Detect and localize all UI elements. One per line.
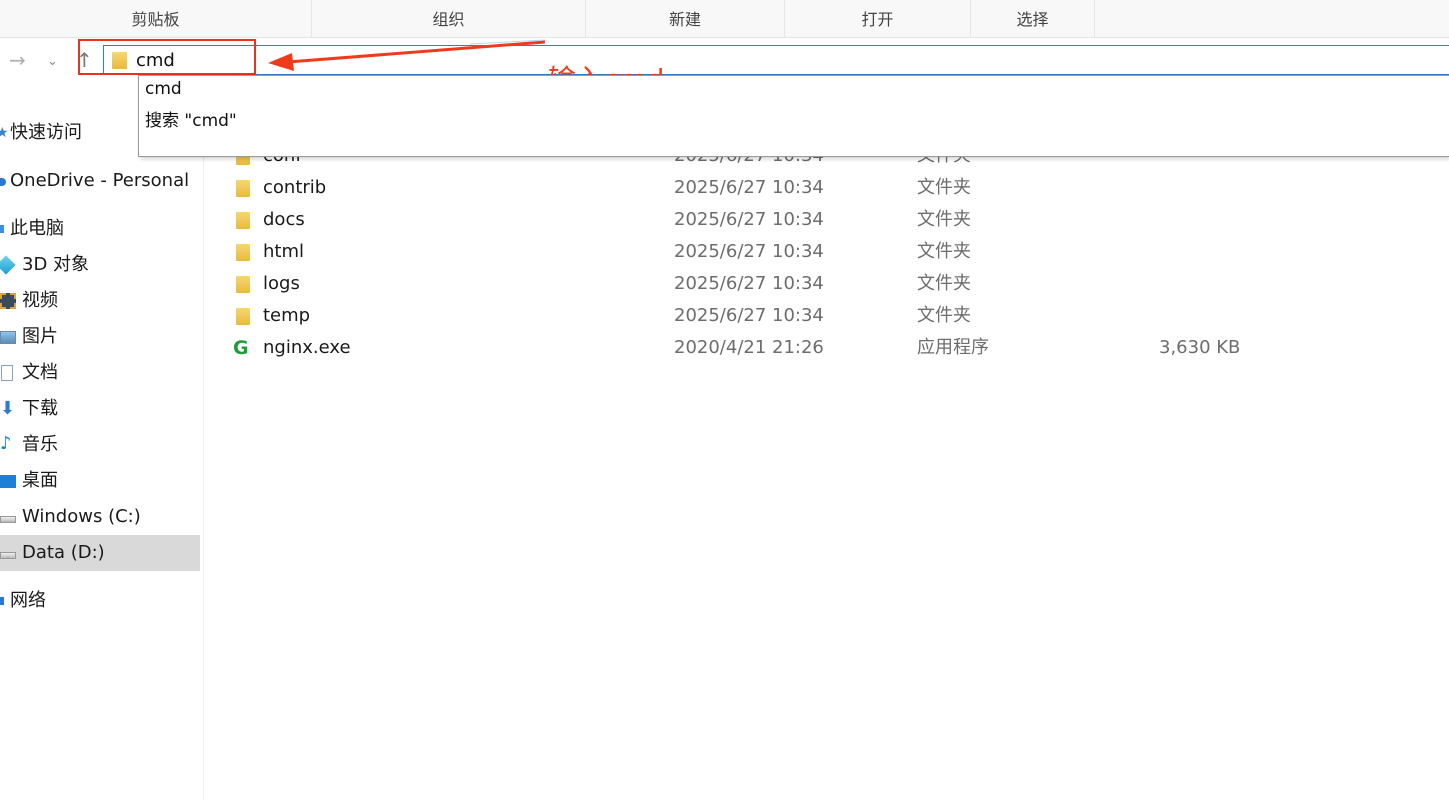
cube-icon bbox=[0, 255, 16, 275]
cloud-icon bbox=[0, 178, 6, 186]
file-type: 文件夹 bbox=[917, 241, 971, 262]
sidebar-item-desktop[interactable]: 桌面 bbox=[0, 463, 200, 499]
sidebar-item-3d-objects[interactable]: 3D 对象 bbox=[0, 247, 200, 283]
drive-icon bbox=[0, 552, 16, 559]
sidebar-item-network[interactable]: 网络 bbox=[0, 583, 200, 619]
file-date: 2025/6/27 10:34 bbox=[674, 177, 824, 198]
file-row-temp[interactable]: temp 2025/6/27 10:34 文件夹 bbox=[230, 300, 1330, 332]
picture-icon bbox=[0, 331, 16, 344]
file-row-contrib[interactable]: contrib 2025/6/27 10:34 文件夹 bbox=[230, 172, 1330, 204]
file-type: 文件夹 bbox=[917, 305, 971, 326]
network-icon bbox=[0, 597, 4, 605]
sidebar-item-videos[interactable]: 视频 bbox=[0, 283, 200, 319]
computer-icon bbox=[0, 225, 4, 233]
sidebar-item-label: 3D 对象 bbox=[22, 254, 90, 275]
sidebar-item-label: Data (D:) bbox=[22, 542, 105, 563]
film-icon bbox=[0, 293, 16, 309]
sidebar-item-label: 网络 bbox=[10, 590, 46, 611]
file-name: docs bbox=[263, 209, 305, 230]
file-date: 2025/6/27 10:34 bbox=[674, 305, 824, 326]
file-name: html bbox=[263, 241, 305, 262]
folder-icon bbox=[236, 276, 250, 293]
autocomplete-item-cmd[interactable]: cmd bbox=[145, 79, 182, 99]
sidebar-item-label: 此电脑 bbox=[10, 218, 64, 239]
desktop-icon bbox=[0, 475, 16, 488]
sidebar-item-label: 图片 bbox=[22, 326, 58, 347]
file-date: 2025/6/27 10:34 bbox=[674, 241, 824, 262]
sidebar-item-label: 文档 bbox=[22, 362, 58, 383]
sidebar-item-music[interactable]: ♪ 音乐 bbox=[0, 427, 200, 463]
file-type: 文件夹 bbox=[917, 273, 971, 294]
sidebar-item-pictures[interactable]: 图片 bbox=[0, 319, 200, 355]
sidebar-item-label: 桌面 bbox=[22, 470, 58, 491]
sidebar-item-onedrive[interactable]: OneDrive - Personal bbox=[0, 163, 200, 199]
file-row-logs[interactable]: logs 2025/6/27 10:34 文件夹 bbox=[230, 268, 1330, 300]
music-note-icon: ♪ bbox=[0, 433, 12, 454]
sidebar-item-drive-d[interactable]: Data (D:) bbox=[0, 535, 200, 571]
file-date: 2025/6/27 10:34 bbox=[674, 273, 824, 294]
nginx-app-icon: G bbox=[233, 337, 249, 359]
folder-icon bbox=[236, 212, 250, 229]
autocomplete-item-search[interactable]: 搜索 "cmd" bbox=[145, 106, 237, 131]
file-date: 2025/6/27 10:34 bbox=[674, 209, 824, 230]
document-icon bbox=[1, 365, 13, 381]
file-row-docs[interactable]: docs 2025/6/27 10:34 文件夹 bbox=[230, 204, 1330, 236]
file-date: 2020/4/21 21:26 bbox=[674, 337, 824, 358]
sidebar-item-label: 音乐 bbox=[22, 434, 58, 455]
sidebar-item-label: 快速访问 bbox=[10, 122, 82, 143]
folder-icon bbox=[236, 180, 250, 197]
sidebar-item-documents[interactable]: 文档 bbox=[0, 355, 200, 391]
folder-icon bbox=[236, 244, 250, 261]
file-name: contrib bbox=[263, 177, 327, 198]
sidebar-item-label: OneDrive - Personal bbox=[10, 170, 190, 191]
file-size: 3,630 KB bbox=[1159, 337, 1241, 358]
file-type: 文件夹 bbox=[917, 209, 971, 230]
file-name: nginx.exe bbox=[263, 337, 351, 358]
file-row-html[interactable]: html 2025/6/27 10:34 文件夹 bbox=[230, 236, 1330, 268]
sidebar-item-drive-c[interactable]: Windows (C:) bbox=[0, 499, 200, 535]
file-type: 文件夹 bbox=[917, 177, 971, 198]
sidebar-item-label: 视频 bbox=[22, 290, 58, 311]
navigation-pane: ★ 快速访问 OneDrive - Personal 此电脑 3D 对象 视频 … bbox=[0, 100, 204, 800]
file-row-nginx-exe[interactable]: G nginx.exe 2020/4/21 21:26 应用程序 3,630 K… bbox=[230, 332, 1330, 364]
sidebar-item-downloads[interactable]: ⬇ 下载 bbox=[0, 391, 200, 427]
file-type: 应用程序 bbox=[917, 337, 989, 358]
file-name: logs bbox=[263, 273, 300, 294]
folder-icon bbox=[236, 308, 250, 325]
sidebar-item-label: Windows (C:) bbox=[22, 506, 141, 527]
drive-icon bbox=[0, 516, 16, 523]
sidebar-item-this-pc[interactable]: 此电脑 bbox=[0, 211, 200, 247]
file-name: temp bbox=[263, 305, 311, 326]
download-arrow-icon: ⬇ bbox=[0, 398, 16, 419]
sidebar-item-label: 下载 bbox=[22, 398, 58, 419]
address-autocomplete-dropdown: cmd 搜索 "cmd" bbox=[138, 75, 1449, 157]
